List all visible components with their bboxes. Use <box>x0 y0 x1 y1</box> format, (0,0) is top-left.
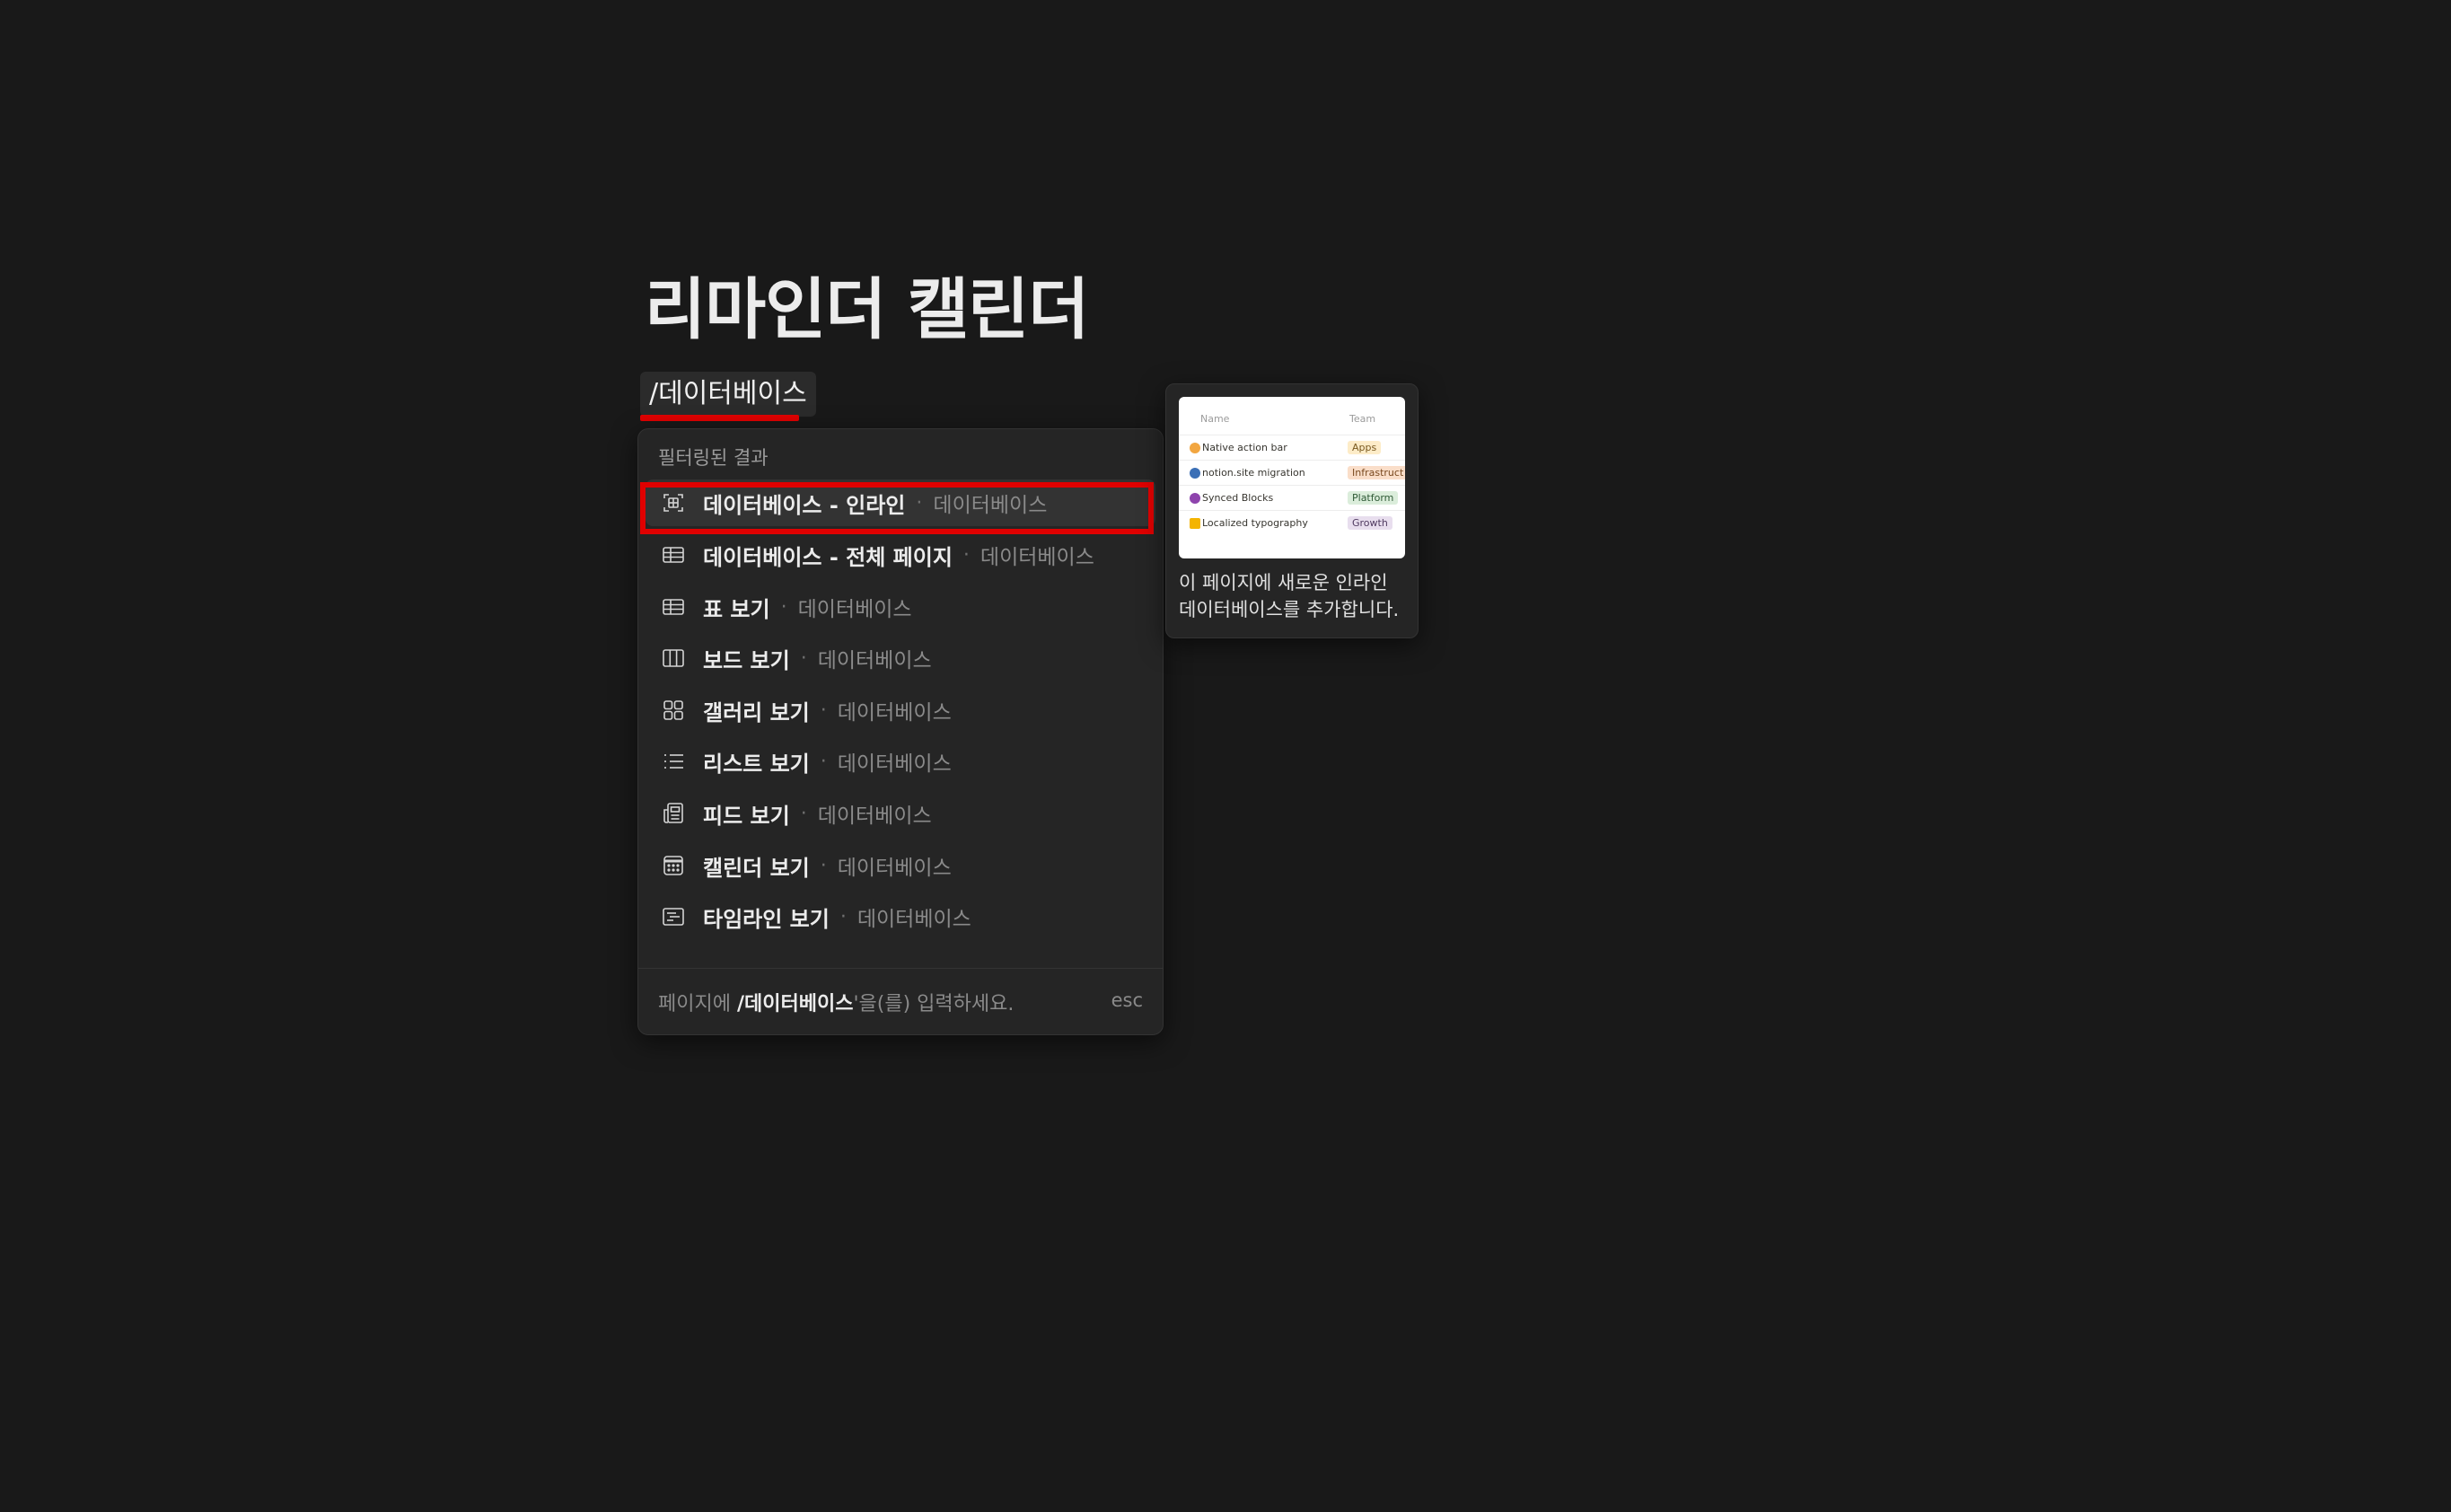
menu-item-label: 표 보기 <box>703 596 770 622</box>
menu-item-label: 타임라인 보기 <box>703 906 830 932</box>
preview-row-name: Localized typography <box>1202 517 1308 529</box>
menu-item-timeline-view[interactable]: 타임라인 보기 · 데이터베이스 <box>646 893 1155 940</box>
timeline-icon <box>660 903 687 930</box>
menu-item-label: 캘린더 보기 <box>703 855 810 881</box>
preview-row: notion.site migration Infrastruct <box>1179 460 1405 486</box>
menu-item-separator: · <box>839 905 847 928</box>
menu-header: 필터링된 결과 <box>658 447 769 469</box>
menu-item-category: 데이터베이스 <box>797 598 912 621</box>
calendar-icon <box>660 852 687 879</box>
preview-row-name: Synced Blocks <box>1202 492 1274 504</box>
list-icon <box>660 748 687 775</box>
menu-item-full-page-database[interactable]: 데이터베이스 - 전체 페이지 · 데이터베이스 <box>646 532 1155 578</box>
menu-item-label: 갤러리 보기 <box>703 699 810 725</box>
menu-item-category: 데이터베이스 <box>837 752 952 776</box>
menu-item-separator: · <box>800 802 807 825</box>
table-icon <box>660 593 687 620</box>
preview-row-name: notion.site migration <box>1202 467 1305 479</box>
inline-database-icon <box>660 489 687 516</box>
menu-item-label: 보드 보기 <box>703 647 790 673</box>
preview-description: 이 페이지에 새로운 인라인 데이터베이스를 추가합니다. <box>1179 572 1400 620</box>
menu-item-category: 데이터베이스 <box>817 804 932 828</box>
menu-item-gallery-view[interactable]: 갤러리 보기 · 데이터베이스 <box>646 687 1155 734</box>
preview-row: Synced Blocks Platform <box>1179 485 1405 511</box>
menu-item-calendar-view[interactable]: 캘린더 보기 · 데이터베이스 <box>646 842 1155 889</box>
menu-item-category: 데이터베이스 <box>837 701 952 725</box>
gallery-icon <box>660 697 687 724</box>
footer-prefix: 페이지에 <box>658 993 737 1015</box>
menu-item-inline-database[interactable]: 데이터베이스 - 인라인 · 데이터베이스 <box>646 479 1155 526</box>
row-emoji-icon <box>1190 493 1200 504</box>
menu-item-separator: · <box>780 595 787 619</box>
menu-item-list-view[interactable]: 리스트 보기 · 데이터베이스 <box>646 738 1155 785</box>
preview-image: Name Team Native action bar Apps notion.… <box>1179 397 1405 558</box>
menu-item-label: 데이터베이스 - 전체 페이지 <box>703 544 953 570</box>
row-emoji-icon <box>1190 468 1200 479</box>
row-emoji-icon <box>1190 518 1200 529</box>
slash-command-underline <box>640 415 799 421</box>
preview-row: Native action bar Apps <box>1179 435 1405 461</box>
menu-footer-hint: 페이지에 /데이터베이스'을(를) 입력하세요. <box>658 988 1143 1016</box>
menu-item-category: 데이터베이스 <box>933 494 1048 517</box>
preview-row-tag: Growth <box>1348 516 1392 530</box>
preview-header-team: Team <box>1349 413 1376 425</box>
footer-suffix: '을(를) 입력하세요. <box>853 993 1015 1015</box>
slash-command-menu: 필터링된 결과 데이터베이스 - 인라인 · 데이터베이스 데이터베이스 - 전… <box>637 428 1164 1035</box>
menu-item-label: 피드 보기 <box>703 803 790 829</box>
menu-item-category: 데이터베이스 <box>857 908 971 931</box>
menu-item-category: 데이터베이스 <box>980 546 1094 569</box>
menu-item-separator: · <box>800 646 807 670</box>
feed-icon <box>660 800 687 827</box>
preview-row-name: Native action bar <box>1202 442 1287 453</box>
menu-item-label: 데이터베이스 - 인라인 <box>703 492 906 518</box>
footer-query: /데이터베이스 <box>736 993 854 1015</box>
preview-card: Name Team Native action bar Apps notion.… <box>1165 383 1419 638</box>
menu-item-separator: · <box>916 491 923 514</box>
board-icon <box>660 645 687 672</box>
menu-item-separator: · <box>962 543 970 567</box>
menu-item-category: 데이터베이스 <box>817 649 932 672</box>
menu-item-feed-view[interactable]: 피드 보기 · 데이터베이스 <box>646 790 1155 837</box>
menu-item-category: 데이터베이스 <box>837 857 952 880</box>
preview-row-tag: Infrastruct <box>1348 466 1405 479</box>
preview-header-name: Name <box>1200 413 1230 425</box>
menu-item-separator: · <box>820 699 827 722</box>
row-emoji-icon <box>1190 443 1200 453</box>
menu-item-label: 리스트 보기 <box>703 751 810 777</box>
esc-button[interactable]: esc <box>1111 989 1143 1011</box>
menu-divider <box>638 968 1163 969</box>
menu-item-board-view[interactable]: 보드 보기 · 데이터베이스 <box>646 635 1155 681</box>
page-title[interactable]: 리마인더 캘린더 <box>645 256 1089 352</box>
preview-row-tag: Apps <box>1348 441 1382 454</box>
table-icon <box>660 541 687 568</box>
slash-command-input[interactable]: /데이터베이스 <box>640 372 816 417</box>
menu-item-separator: · <box>820 854 827 877</box>
preview-row: Localized typography Growth <box>1179 510 1405 536</box>
preview-row-tag: Platform <box>1348 491 1399 505</box>
menu-item-table-view[interactable]: 표 보기 · 데이터베이스 <box>646 584 1155 630</box>
menu-item-separator: · <box>820 750 827 773</box>
